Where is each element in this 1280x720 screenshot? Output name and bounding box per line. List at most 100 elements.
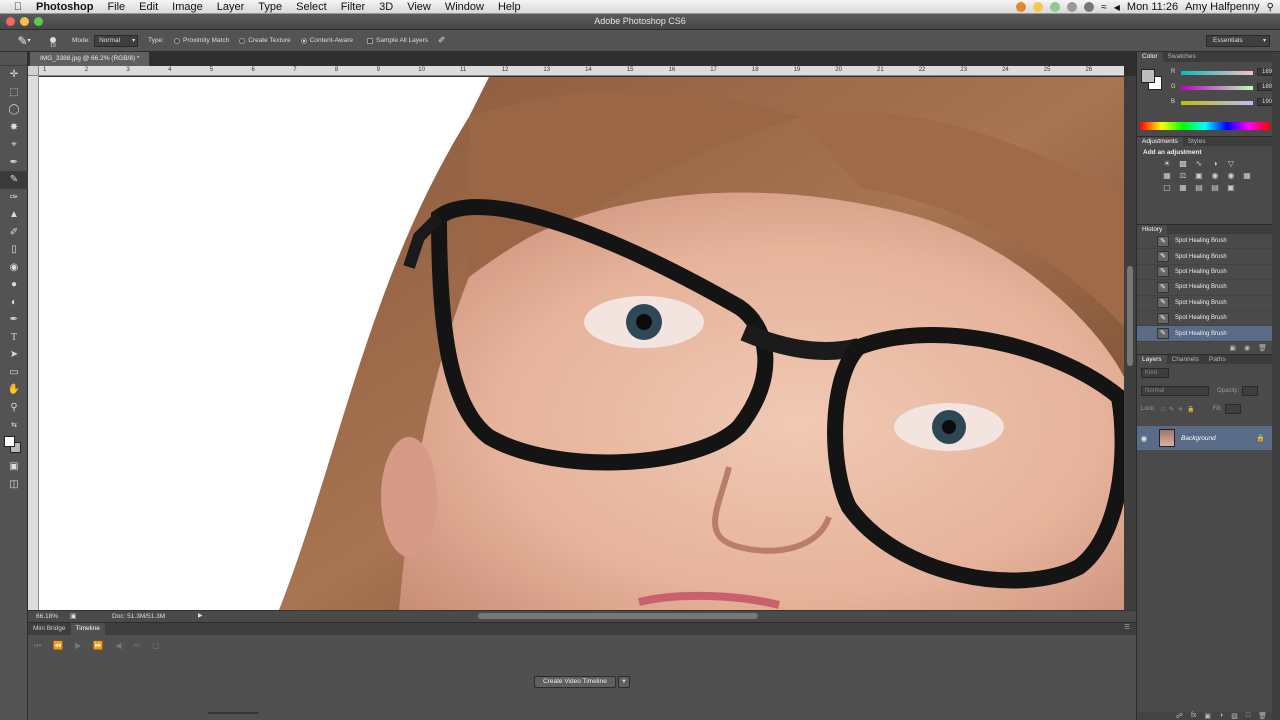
brush-picker[interactable]: 19	[44, 32, 62, 50]
exposure-icon[interactable]: ◑	[1207, 159, 1223, 168]
swap-colors-icon[interactable]: ⇆	[0, 416, 28, 434]
opacity-input[interactable]	[1242, 386, 1259, 396]
blur-tool-icon[interactable]: ●	[0, 276, 28, 294]
new-document-from-state-icon[interactable]: ▣	[1229, 344, 1236, 354]
pen-tool-icon[interactable]: ✒	[0, 311, 28, 329]
move-tool-icon[interactable]: ✛	[0, 66, 28, 84]
pressure-size-icon[interactable]: ✐	[438, 35, 446, 46]
play-icon[interactable]: ▶	[75, 641, 81, 651]
menu-layer[interactable]: Layer	[210, 0, 252, 14]
volume-icon[interactable]: ◀	[1114, 3, 1120, 12]
invert-icon[interactable]: ▢	[1159, 183, 1175, 192]
horizontal-scroll-thumb[interactable]	[478, 613, 758, 619]
curves-icon[interactable]: ∿	[1191, 159, 1207, 168]
menu-edit[interactable]: Edit	[132, 0, 165, 14]
mode-select[interactable]: Normal	[94, 34, 139, 47]
new-layer-icon[interactable]: □	[1246, 712, 1250, 720]
new-adjustment-layer-icon[interactable]: ◑	[1219, 712, 1223, 720]
blend-mode-select[interactable]: Normal	[1141, 386, 1209, 396]
selective-color-icon[interactable]: ▣	[1223, 183, 1239, 192]
brush-tool-icon[interactable]: ✑	[0, 189, 28, 207]
layer-row-background[interactable]: ◉ Background 🔒	[1137, 426, 1273, 450]
history-item-selected[interactable]: ✎ Spot Healing Brush	[1137, 326, 1280, 342]
create-video-timeline-button[interactable]: Create Video Timeline	[534, 676, 616, 688]
quick-mask-icon[interactable]: ▣	[0, 458, 28, 476]
photo-filter-icon[interactable]: ◉	[1207, 171, 1223, 180]
workspace-switcher[interactable]: Essentials	[1206, 35, 1270, 47]
vertical-scroll-thumb[interactable]	[1127, 266, 1133, 366]
history-item[interactable]: ✎ Spot Healing Brush	[1137, 249, 1280, 265]
image-canvas[interactable]	[39, 77, 1124, 610]
menubar-user[interactable]: Amy Halfpenny	[1185, 1, 1260, 13]
history-item[interactable]: ✎ Spot Healing Brush	[1137, 234, 1280, 250]
status-menu-arrow-icon[interactable]: ▶	[198, 611, 203, 622]
link-layers-icon[interactable]: ☍	[1176, 712, 1183, 720]
color-balance-icon[interactable]: ⚖	[1175, 171, 1191, 180]
ruler-origin[interactable]	[28, 66, 39, 76]
menu-filter[interactable]: Filter	[334, 0, 372, 14]
first-frame-icon[interactable]: ⏮	[34, 641, 41, 651]
next-frame-icon[interactable]: ⏩	[93, 641, 103, 651]
tool-preset-picker[interactable]: ✎ ▾	[8, 32, 40, 50]
create-texture-radio[interactable]: Create Texture	[239, 37, 291, 44]
apple-icon[interactable]: 	[0, 1, 36, 13]
document-tab[interactable]: IMG_3388.jpg @ 66.2% (RGB/8) *	[30, 52, 151, 66]
new-group-icon[interactable]: ▧	[1231, 712, 1238, 720]
tray-bluetooth-icon[interactable]	[1084, 2, 1095, 12]
delete-layer-icon[interactable]: 🗑	[1258, 712, 1267, 720]
menu-app-name[interactable]: Photoshop	[36, 0, 100, 14]
clone-stamp-tool-icon[interactable]: ▲	[0, 206, 28, 224]
layer-name[interactable]: Background	[1181, 435, 1216, 442]
menu-select[interactable]: Select	[289, 0, 334, 14]
black-white-icon[interactable]: ▣	[1191, 171, 1207, 180]
tray-sync-icon[interactable]	[1050, 2, 1061, 12]
menu-view[interactable]: View	[400, 0, 438, 14]
history-brush-tool-icon[interactable]: ✐	[0, 224, 28, 242]
posterize-icon[interactable]: ▦	[1175, 183, 1191, 192]
color-foreground-swatch[interactable]	[1141, 69, 1155, 83]
fill-input[interactable]	[1224, 404, 1241, 414]
visibility-eye-icon[interactable]: ◉	[1137, 434, 1151, 443]
tab-swatches[interactable]: Swatches	[1163, 52, 1201, 62]
new-snapshot-icon[interactable]: ◉	[1244, 344, 1250, 354]
menubar-clock[interactable]: Mon 11:26	[1127, 1, 1178, 13]
add-mask-icon[interactable]: ▣	[1204, 712, 1211, 720]
panel-grip[interactable]	[0, 52, 27, 66]
dodge-tool-icon[interactable]: ◐	[0, 294, 28, 312]
menu-file[interactable]: File	[100, 0, 132, 14]
channel-mixer-icon[interactable]: ◉	[1223, 171, 1239, 180]
tab-layers[interactable]: Layers	[1137, 355, 1167, 364]
red-slider[interactable]: R 189	[1171, 68, 1277, 77]
layer-style-icon[interactable]: fx	[1191, 712, 1196, 720]
type-tool-icon[interactable]: T	[0, 329, 28, 347]
lasso-tool-icon[interactable]: ◯	[0, 101, 28, 119]
spot-healing-tool-icon[interactable]: ✎	[0, 171, 28, 189]
content-aware-radio[interactable]: Content-Aware	[300, 37, 353, 44]
zoom-level[interactable]: 66.18%	[36, 611, 58, 622]
document-size[interactable]: Doc: 51.3M/51.3M	[112, 611, 165, 622]
history-item[interactable]: ✎ Spot Healing Brush	[1137, 296, 1280, 311]
marquee-tool-icon[interactable]: ⬚	[0, 84, 28, 102]
tab-history[interactable]: History	[1137, 225, 1168, 234]
threshold-icon[interactable]: ▤	[1191, 183, 1207, 192]
timeline-zoom-slider[interactable]	[208, 712, 258, 714]
transition-icon[interactable]: ▢	[152, 641, 160, 651]
eyedropper-tool-icon[interactable]: ✒	[0, 154, 28, 172]
proximity-match-radio[interactable]: Proximity Match	[173, 37, 229, 44]
spotlight-search-icon[interactable]: ⚲	[1267, 2, 1274, 13]
zoom-tool-icon[interactable]: ⚲	[0, 399, 28, 417]
vibrance-icon[interactable]: ▽	[1223, 159, 1239, 168]
levels-icon[interactable]: ▩	[1175, 159, 1191, 168]
timeline-type-dropdown[interactable]: ▼	[618, 676, 630, 688]
menu-window[interactable]: Window	[438, 0, 491, 14]
rectangle-tool-icon[interactable]: ▭	[0, 364, 28, 382]
menu-image[interactable]: Image	[165, 0, 210, 14]
crop-tool-icon[interactable]: ⌖	[0, 136, 28, 154]
history-item[interactable]: ✎ Spot Healing Brush	[1137, 280, 1280, 296]
tab-channels[interactable]: Channels	[1167, 355, 1204, 364]
tab-adjustments[interactable]: Adjustments	[1137, 137, 1183, 146]
previous-frame-icon[interactable]: ⏪	[53, 641, 63, 651]
menu-type[interactable]: Type	[251, 0, 289, 14]
paint-bucket-tool-icon[interactable]: ◉	[0, 259, 28, 277]
audio-icon[interactable]: ◀	[115, 641, 121, 651]
